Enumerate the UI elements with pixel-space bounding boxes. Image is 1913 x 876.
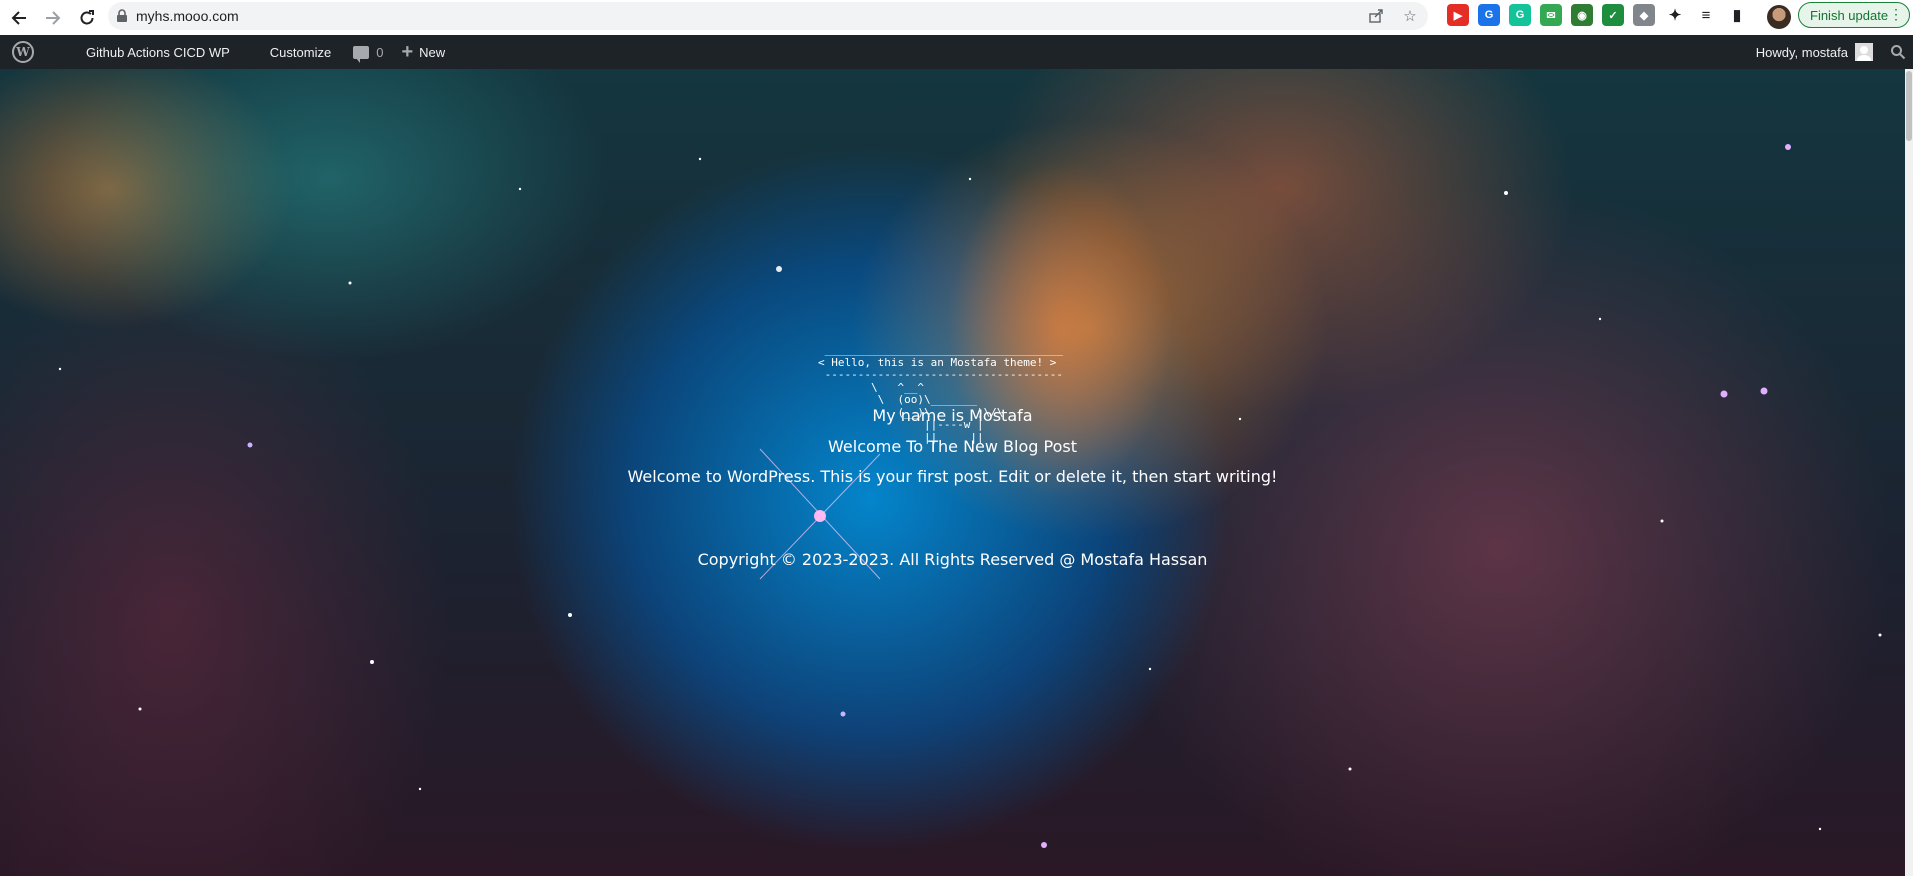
inbox-extension-icon[interactable]: ✉ (1540, 4, 1562, 26)
comments-count: 0 (376, 44, 384, 60)
back-arrow-icon[interactable] (4, 3, 34, 33)
extensions-toolbar: ▶ G G ✉ ◉ ✓ ◆ ✦ ≡ ▮ (1447, 4, 1748, 26)
side-panel-icon[interactable]: ▮ (1726, 4, 1748, 26)
shield-extension-icon[interactable]: ◆ (1633, 4, 1655, 26)
share-icon[interactable] (1366, 6, 1386, 26)
address-bar[interactable]: myhs.mooo.com ☆ (108, 2, 1428, 30)
finish-update-label: Finish update (1810, 7, 1889, 23)
howdy-text: Howdy, mostafa (1755, 44, 1848, 60)
wp-admin-bar: W Github Actions CICD WP Customize 0 + N… (0, 35, 1913, 69)
page-background: ____________________________________ < H… (0, 69, 1905, 876)
globe-extension-icon[interactable]: ◉ (1571, 4, 1593, 26)
browser-toolbar: myhs.mooo.com ☆ ▶ G G ✉ ◉ ✓ ◆ ✦ ≡ ▮ Finish update… (0, 0, 1913, 35)
profile-avatar[interactable] (1767, 5, 1791, 29)
ascii-cow-art: ____________________________________ < H… (818, 343, 1064, 444)
comment-icon (353, 45, 370, 63)
user-avatar-icon (1855, 43, 1873, 61)
forward-arrow-icon[interactable] (38, 3, 68, 33)
new-label: New (419, 44, 446, 60)
scrollbar-thumb[interactable] (1906, 71, 1912, 141)
name-line: My name is Mostafa (872, 406, 1033, 425)
footer-copyright: Copyright © 2023-2023. All Rights Reserv… (697, 550, 1208, 569)
url-text[interactable]: myhs.mooo.com (136, 8, 239, 24)
media-controls-icon[interactable]: ≡ (1695, 4, 1717, 26)
more-vert-icon[interactable]: ⋮ (1889, 6, 1903, 23)
translate-extension-icon[interactable]: G (1478, 4, 1500, 26)
plus-icon: + (401, 40, 414, 63)
star-icon[interactable]: ☆ (1400, 6, 1420, 26)
wordpress-logo-icon[interactable]: W (12, 41, 34, 63)
customize-link[interactable]: Customize (270, 35, 331, 69)
post-excerpt: Welcome to WordPress. This is your first… (627, 467, 1278, 486)
lock-icon[interactable] (108, 9, 136, 23)
grammarly-extension-icon[interactable]: G (1509, 4, 1531, 26)
shield-check-extension-icon[interactable]: ✓ (1602, 4, 1624, 26)
puzzle-extensions-icon[interactable]: ✦ (1664, 4, 1686, 26)
new-content-link[interactable]: + New (401, 35, 445, 69)
comments-link[interactable]: 0 (353, 35, 383, 69)
site-name-link[interactable]: Github Actions CICD WP (86, 35, 230, 69)
my-account-link[interactable]: Howdy, mostafa (1756, 35, 1873, 69)
search-icon[interactable] (1883, 44, 1913, 60)
youtube-extension-icon[interactable]: ▶ (1447, 4, 1469, 26)
finish-update-button[interactable]: Finish update ⋮ (1798, 2, 1910, 28)
reload-icon[interactable] (72, 3, 102, 33)
post-title-link[interactable]: Welcome To The New Blog Post (0, 437, 1905, 456)
vertical-scrollbar[interactable] (1905, 69, 1913, 876)
